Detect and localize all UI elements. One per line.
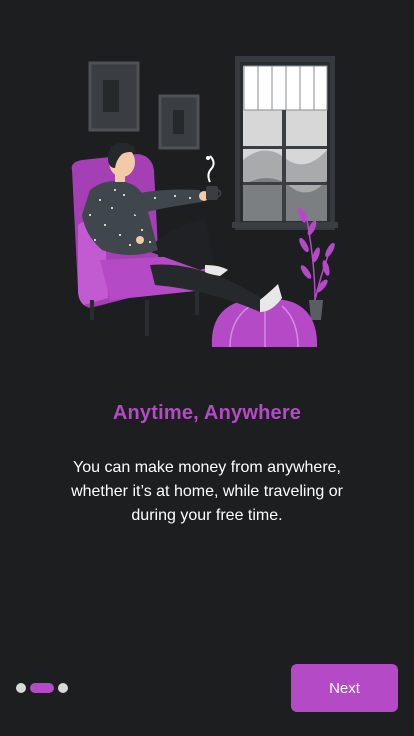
onboarding-title: Anytime, Anywhere <box>112 402 302 424</box>
page-dot <box>16 683 26 693</box>
picture-frame-small <box>158 94 200 150</box>
next-button[interactable]: Next <box>291 664 398 712</box>
window <box>232 56 338 230</box>
page-dot-active <box>30 683 54 693</box>
onboarding-screen: Anytime, Anywhere You can make money fro… <box>0 0 414 736</box>
onboarding-description: You can make money from anywhere, whethe… <box>71 459 343 524</box>
man-relaxing-in-armchair-illustration <box>71 56 338 348</box>
page-indicator <box>16 683 68 693</box>
page-dot <box>58 683 68 693</box>
picture-frame-large <box>88 61 140 132</box>
